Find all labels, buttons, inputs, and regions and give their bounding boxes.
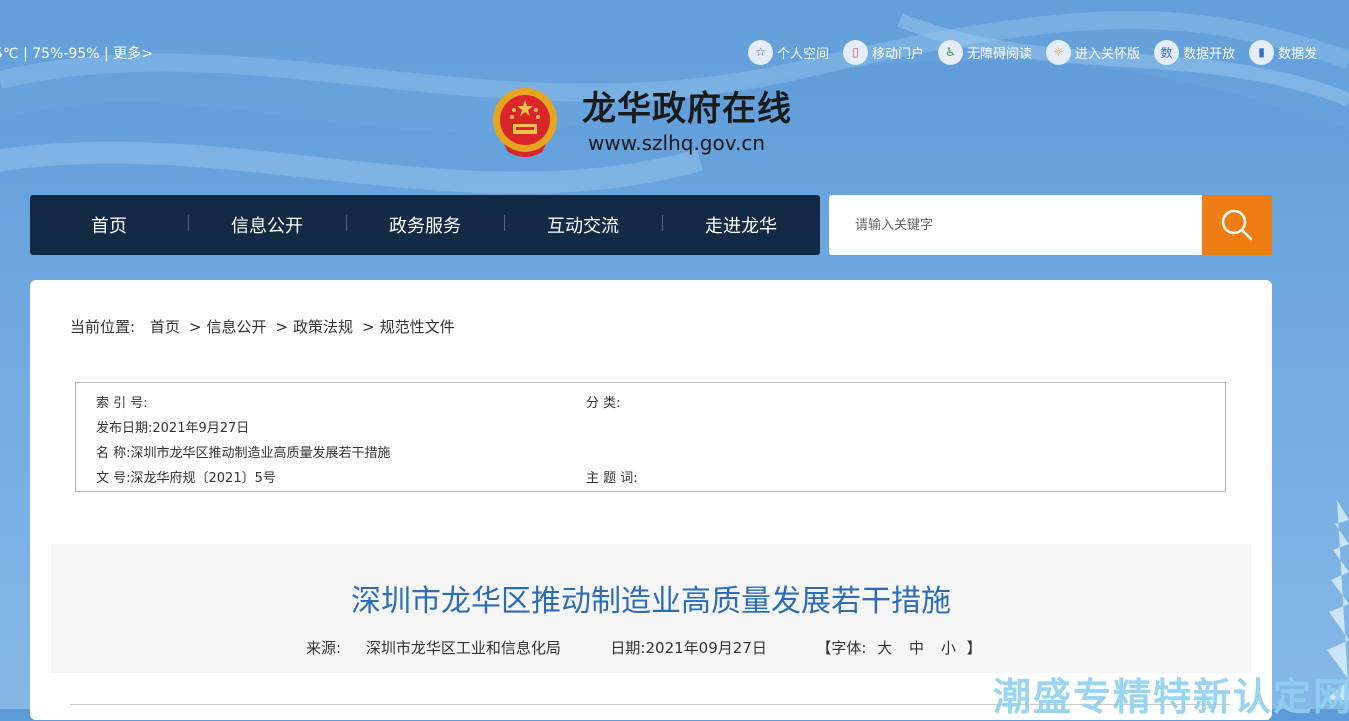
breadcrumb-sep: >: [362, 318, 375, 336]
font-small-button[interactable]: 小: [941, 639, 956, 657]
nav-info-disclosure[interactable]: 信息公开: [188, 212, 346, 238]
breadcrumb-sep: >: [188, 318, 202, 336]
toplink-label: 数据开放: [1183, 46, 1236, 62]
nav-gov-services[interactable]: 政务服务: [346, 212, 504, 238]
mobile-icon: ▯: [843, 39, 869, 65]
meta-name: 名 称:深圳市龙华区推动制造业高质量发展若干措施: [96, 442, 391, 461]
weather-info: 5℃ | 75%-95% | 更多>: [0, 43, 153, 63]
meta-docno-label: 文 号:: [96, 471, 131, 486]
meta-docno: 文 号:深龙华府规〔2021〕5号: [96, 467, 276, 486]
watermark-text: 潮盛专精特新认定网: [993, 675, 1349, 719]
meta-docno-value: 深龙华府规〔2021〕5号: [130, 471, 276, 486]
meta-date: 发布日期:2021年9月27日: [96, 417, 249, 436]
toplink-mobile[interactable]: ▯ 移动门户: [843, 39, 925, 65]
nav-about-longhua[interactable]: 走进龙华: [662, 212, 820, 238]
meta-keyword-label: 主 题 词:: [586, 471, 638, 486]
breadcrumb-prefix: 当前位置:: [70, 318, 136, 336]
font-medium-button[interactable]: 中: [909, 639, 924, 657]
care-icon: ☼: [1046, 39, 1072, 65]
main-nav: 首页 信息公开 政务服务 互动交流 走进龙华: [30, 195, 820, 255]
font-size-label: 【字体:: [816, 639, 867, 657]
breadcrumb-normative[interactable]: 规范性文件: [380, 318, 455, 336]
site-logo[interactable]: 龙华政府在线 www.szlhq.gov.cn: [490, 86, 792, 158]
chart-icon: ▮: [1249, 39, 1275, 65]
source-label: 来源:: [306, 639, 342, 657]
toplink-care[interactable]: ☼ 进入关怀版: [1046, 39, 1141, 65]
article-info: 来源: 深圳市龙华区工业和信息化局 日期:2021年09月27日 【字体: 大 …: [306, 637, 982, 658]
document-meta-table: 索 引 号: 分 类: 发布日期:2021年9月27日 名 称:深圳市龙华区推动…: [75, 382, 1226, 492]
weather-text[interactable]: 5℃ | 75%-95% | 更多>: [0, 43, 153, 63]
toplink-label: 移动门户: [872, 46, 925, 62]
site-title: 龙华政府在线: [582, 89, 792, 129]
breadcrumb-sep: >: [275, 318, 289, 336]
article-header: 深圳市龙华区推动制造业高质量发展若干措施 来源: 深圳市龙华区工业和信息化局 日…: [51, 544, 1251, 673]
data-icon: 数: [1154, 39, 1180, 65]
breadcrumb: 当前位置: 首页 > 信息公开 > 政策法规 > 规范性文件: [70, 316, 459, 337]
meta-index: 索 引 号:: [96, 392, 148, 411]
accessibility-icon: ♿: [938, 39, 964, 65]
search-box: [829, 195, 1272, 255]
toplink-personal-space[interactable]: ☆ 个人空间: [748, 39, 830, 65]
search-icon: [1221, 209, 1253, 241]
font-size-close: 】: [966, 639, 982, 657]
source-value: 深圳市龙华区工业和信息化局: [365, 639, 561, 657]
meta-date-label: 发布日期:: [96, 421, 153, 436]
search-button[interactable]: [1202, 195, 1272, 255]
nav-home[interactable]: 首页: [30, 212, 188, 238]
breadcrumb-policy[interactable]: 政策法规: [293, 318, 353, 336]
meta-date-value: 2021年9月27日: [152, 421, 250, 436]
toplink-label: 进入关怀版: [1075, 46, 1141, 62]
meta-index-label: 索 引 号:: [96, 396, 148, 411]
date-label: 日期:: [610, 639, 646, 657]
toplink-data-publish[interactable]: ▮ 数据发: [1249, 39, 1318, 65]
meta-keyword: 主 题 词:: [586, 467, 638, 486]
meta-name-value: 深圳市龙华区推动制造业高质量发展若干措施: [130, 446, 391, 461]
content-panel: 当前位置: 首页 > 信息公开 > 政策法规 > 规范性文件 索 引 号: 分 类: 发布日…: [30, 280, 1272, 720]
toplink-label: 无障碍阅读: [967, 46, 1033, 62]
article-title: 深圳市龙华区推动制造业高质量发展若干措施: [351, 584, 951, 619]
star-user-icon: ☆: [748, 39, 773, 65]
date-value: 2021年09月27日: [645, 639, 767, 657]
nav-interaction[interactable]: 互动交流: [504, 212, 662, 238]
meta-category: 分 类:: [586, 392, 621, 411]
toplink-accessibility[interactable]: ♿ 无障碍阅读: [938, 39, 1033, 65]
national-emblem-icon: [493, 88, 557, 157]
toplink-label: 个人空间: [777, 46, 830, 62]
breadcrumb-home[interactable]: 首页: [150, 318, 180, 336]
search-input[interactable]: [829, 195, 1202, 255]
meta-category-label: 分 类:: [586, 396, 621, 411]
site-url: www.szlhq.gov.cn: [588, 131, 766, 155]
breadcrumb-info[interactable]: 信息公开: [206, 318, 266, 336]
top-links: ☆ 个人空间 ▯ 移动门户 ♿ 无障碍阅读 ☼ 进入关怀版 数 数据开放 ▮ 数…: [748, 38, 1331, 66]
font-large-button[interactable]: 大: [877, 639, 892, 657]
toplink-data-open[interactable]: 数 数据开放: [1154, 39, 1236, 65]
meta-name-label: 名 称:: [96, 446, 131, 461]
toplink-label: 数据发: [1278, 46, 1318, 62]
